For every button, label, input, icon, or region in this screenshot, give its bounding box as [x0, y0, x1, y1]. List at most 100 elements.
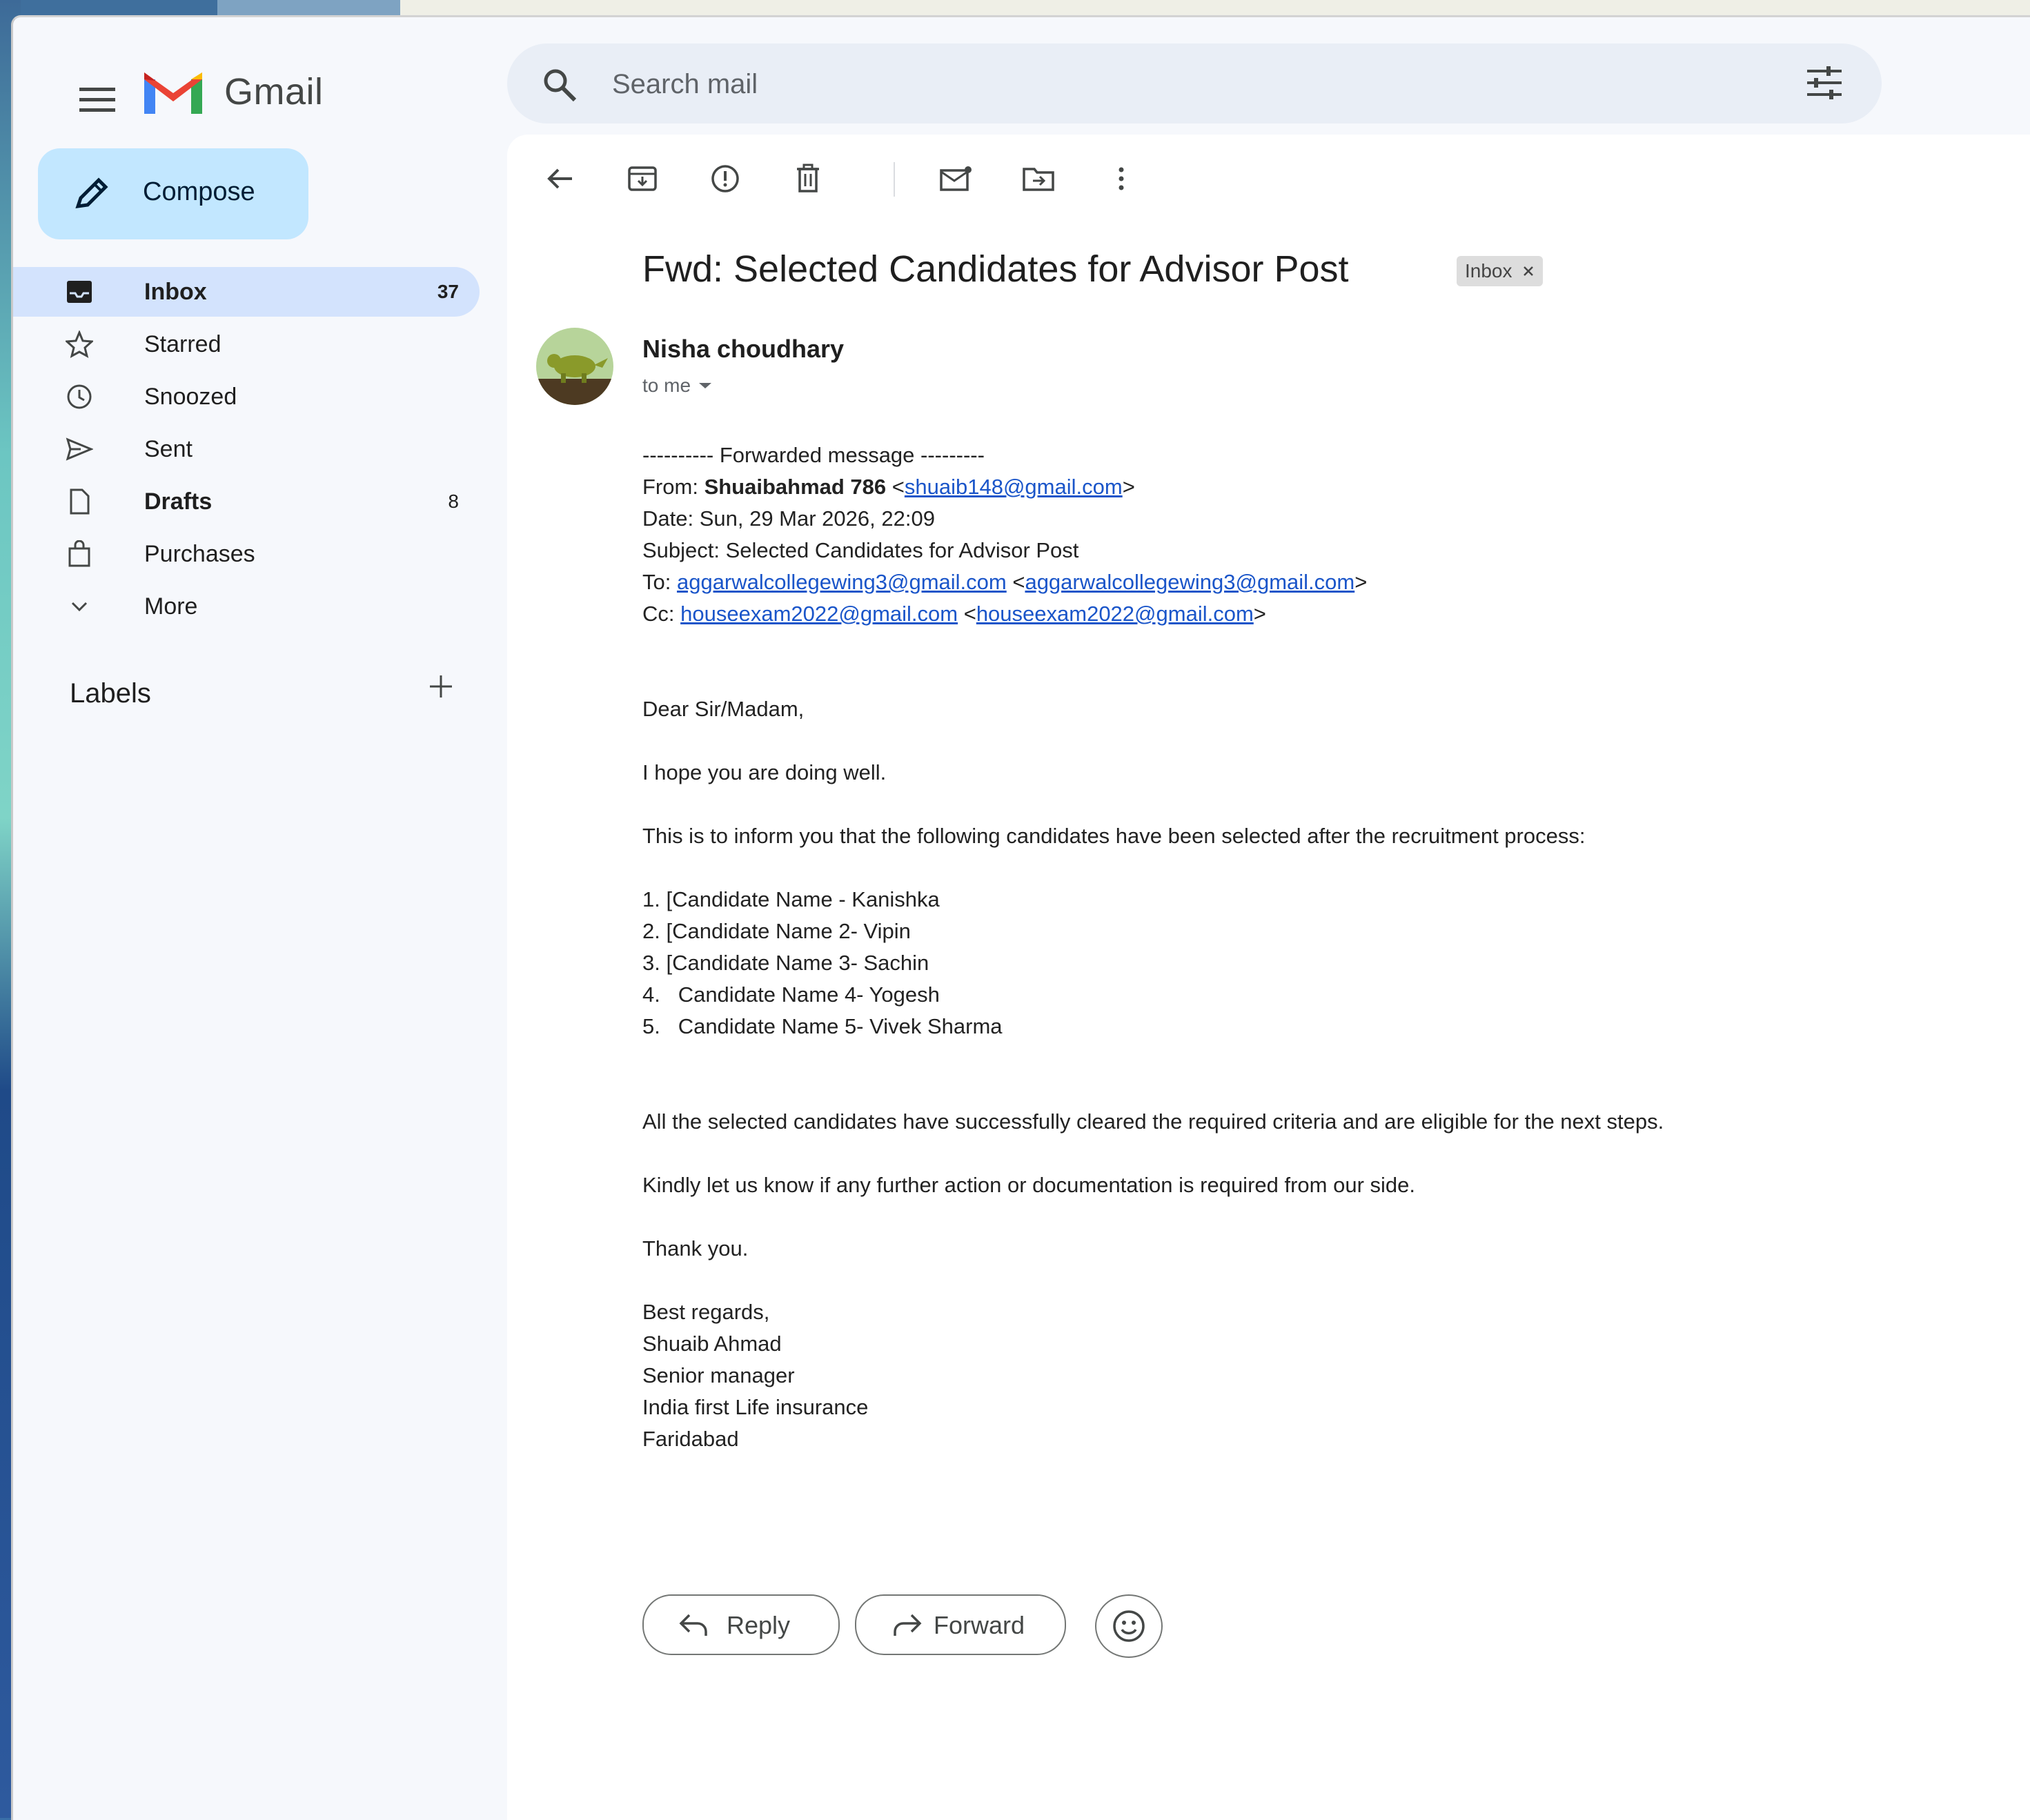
labels-heading: Labels [70, 678, 151, 709]
forwarded-to: To: aggarwalcollegewing3@gmail.com <agga… [642, 570, 1368, 594]
candidate-item: 5. Candidate Name 5- Vivek Sharma [642, 1014, 1003, 1038]
pencil-icon [72, 176, 111, 215]
search-bar[interactable] [507, 43, 1882, 123]
signature-line: Shuaib Ahmad [642, 1332, 782, 1356]
delete-button[interactable] [787, 158, 829, 199]
sidebar-item-inbox[interactable]: Inbox 37 [13, 267, 480, 317]
sidebar-item-label: Inbox [144, 278, 207, 305]
send-icon [66, 435, 94, 463]
forward-label: Forward [934, 1611, 1025, 1639]
archive-icon [628, 166, 657, 191]
plus-icon [430, 675, 452, 698]
sidebar-item-snoozed[interactable]: Snoozed [13, 372, 480, 422]
more-vert-icon [1119, 167, 1124, 190]
remove-label-icon[interactable] [1522, 265, 1535, 277]
recipient-text: to me [642, 375, 691, 396]
body-line: Thank you. [642, 1236, 749, 1260]
email-body: ---------- Forwarded message --------- F… [642, 439, 1953, 1455]
forwarded-from: From: Shuaibahmad 786 <shuaib148@gmail.c… [642, 475, 1135, 499]
clock-icon [66, 383, 93, 411]
draft-count: 8 [448, 491, 459, 512]
more-options-button[interactable] [1101, 158, 1142, 199]
forwarded-subject: Subject: Selected Candidates for Advisor… [642, 538, 1079, 562]
move-to-button[interactable] [1018, 158, 1059, 199]
reply-label: Reply [727, 1611, 791, 1639]
smiley-icon [1113, 1610, 1145, 1642]
sidebar-item-label: Sent [144, 435, 193, 462]
sidebar-item-purchases[interactable]: Purchases [13, 529, 480, 579]
reply-button[interactable]: Reply [642, 1594, 840, 1655]
sidebar-item-label: Starred [144, 330, 221, 357]
body-line: All the selected candidates have success… [642, 1109, 1664, 1134]
body-line: This is to inform you that the following… [642, 824, 1586, 848]
from-prefix: From: [642, 475, 704, 499]
candidate-item: 1. [Candidate Name - Kanishka [642, 887, 940, 911]
search-icon[interactable] [542, 67, 578, 106]
mark-unread-button[interactable] [935, 158, 976, 199]
to-email-link[interactable]: aggarwalcollegewing3@gmail.com [677, 570, 1007, 594]
signature-line: Faridabad [642, 1427, 739, 1451]
forward-icon [891, 1611, 923, 1645]
back-button[interactable] [539, 158, 580, 199]
search-options-icon[interactable] [1806, 66, 1843, 103]
to-email-link-2[interactable]: aggarwalcollegewing3@gmail.com [1025, 570, 1354, 594]
forwarded-cc: Cc: houseexam2022@gmail.com <houseexam20… [642, 602, 1266, 626]
sidebar-item-label: Purchases [144, 540, 255, 567]
label-chip-text: Inbox [1465, 260, 1512, 281]
sidebar-item-more[interactable]: More [13, 582, 480, 631]
greeting: Dear Sir/Madam, [642, 697, 805, 721]
sender-name: Nisha choudhary [642, 335, 845, 363]
move-folder-icon [1023, 168, 1054, 191]
recipient-details-toggle[interactable]: to me [642, 375, 713, 397]
toolbar-divider [894, 162, 895, 197]
trash-icon [797, 164, 819, 192]
gmail-logo[interactable]: Gmail [143, 70, 324, 114]
cc-email-link-2[interactable]: houseexam2022@gmail.com [976, 602, 1254, 626]
message-pane: Fwd: Selected Candidates for Advisor Pos… [507, 135, 2030, 1820]
report-icon [711, 165, 739, 192]
emoji-reaction-button[interactable] [1095, 1594, 1163, 1658]
candidate-item: 4. Candidate Name 4- Yogesh [642, 982, 940, 1007]
cc-email-link[interactable]: houseexam2022@gmail.com [680, 602, 958, 626]
from-email-link[interactable]: shuaib148@gmail.com [905, 475, 1123, 499]
to-prefix: To: [642, 570, 677, 594]
main-menu-button[interactable] [70, 75, 125, 125]
compose-label: Compose [143, 177, 255, 206]
archive-button[interactable] [622, 158, 663, 199]
body-line: I hope you are doing well. [642, 760, 887, 784]
compose-button[interactable]: Compose [38, 148, 308, 239]
email-subject: Fwd: Selected Candidates for Advisor Pos… [642, 248, 1349, 290]
gmail-m-icon [144, 72, 202, 114]
sidebar-item-label: Snoozed [144, 383, 237, 410]
add-label-button[interactable] [427, 673, 455, 704]
sidebar-item-label: More [144, 593, 198, 620]
forward-button[interactable]: Forward [855, 1594, 1066, 1655]
chevron-down-icon [66, 593, 93, 620]
from-name: Shuaibahmad 786 [704, 475, 887, 499]
sidebar-item-starred[interactable]: Starred [13, 319, 480, 369]
sidebar-item-sent[interactable]: Sent [13, 424, 480, 474]
signature-line: Best regards, [642, 1300, 770, 1324]
report-spam-button[interactable] [704, 158, 746, 199]
hamburger-menu-icon [79, 88, 115, 112]
search-input[interactable] [611, 63, 1717, 106]
mark-unread-icon [940, 166, 972, 191]
caret-down-icon [699, 383, 712, 388]
forwarded-date: Date: Sun, 29 Mar 2026, 22:09 [642, 506, 935, 531]
candidate-item: 2. [Candidate Name 2- Vipin [642, 919, 911, 943]
body-line: Kindly let us know if any further action… [642, 1173, 1415, 1197]
unread-count: 37 [437, 281, 459, 302]
cc-prefix: Cc: [642, 602, 681, 626]
sender-avatar[interactable] [536, 328, 613, 405]
star-icon [64, 330, 95, 358]
candidate-item: 3. [Candidate Name 3- Sachin [642, 951, 929, 975]
inbox-icon [66, 278, 93, 306]
gmail-window: Gmail Compose Inbox 37 Starred Snoozed [11, 15, 2030, 1820]
forwarded-header: ---------- Forwarded message --------- [642, 443, 985, 467]
label-chip: Inbox [1457, 256, 1543, 286]
signature-line: Senior manager [642, 1363, 795, 1387]
arrow-left-icon [547, 168, 572, 189]
sidebar-item-label: Drafts [144, 488, 213, 515]
sidebar-item-drafts[interactable]: Drafts 8 [13, 477, 480, 526]
signature-line: India first Life insurance [642, 1395, 869, 1419]
